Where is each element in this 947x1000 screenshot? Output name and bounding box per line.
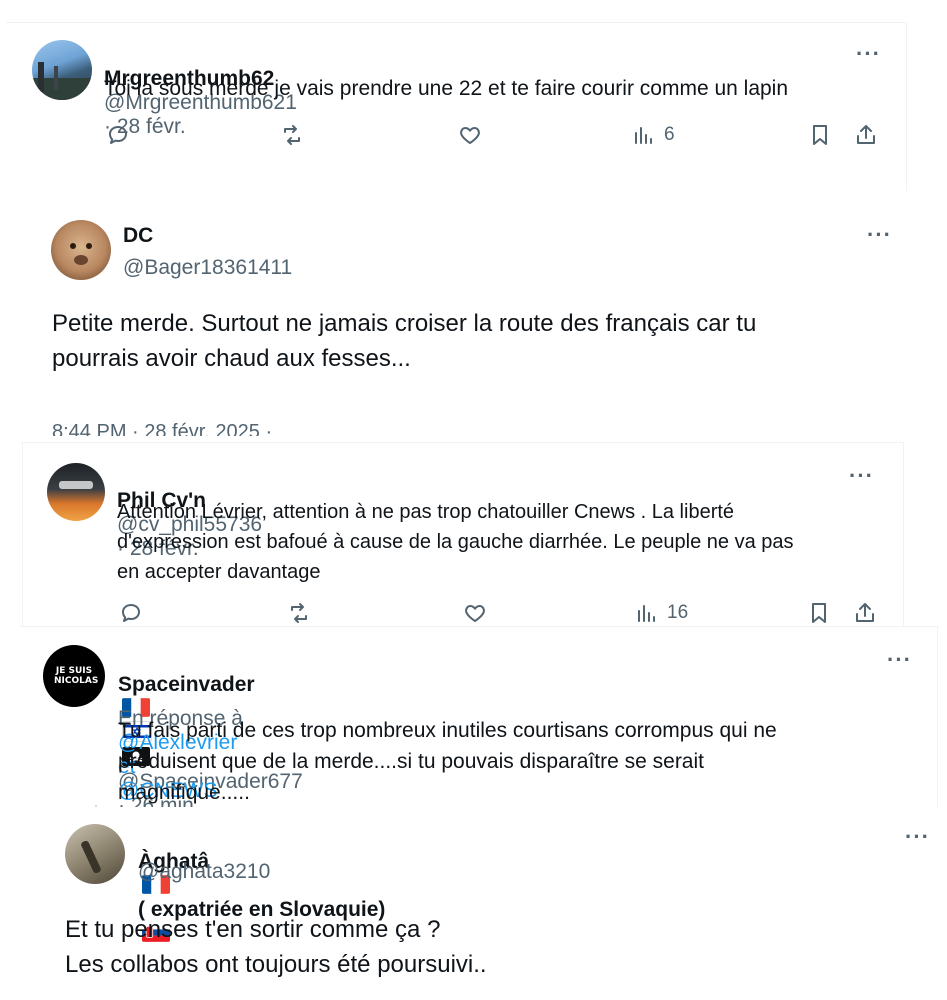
avatar-image-icon [81, 840, 101, 874]
avatar-image-icon [32, 62, 92, 100]
more-icon[interactable]: ··· [849, 465, 874, 487]
reply-button[interactable] [119, 601, 143, 625]
tweet-dc[interactable]: DC @Bager18361411 ··· Petite merde. Surt… [27, 198, 933, 436]
avatar[interactable]: JE SUIS NICOLAS [43, 645, 105, 707]
repost-button[interactable] [280, 123, 304, 147]
share-button[interactable] [853, 601, 877, 625]
reply-icon [122, 604, 140, 622]
tweet-mrgreenthumb[interactable]: Mrgreenthumb62 @Mrgreenthumb621 · 28 fév… [6, 22, 907, 191]
avatar[interactable] [32, 40, 92, 100]
share-icon [856, 603, 874, 622]
timestamp[interactable]: 8:44 PM · 28 févr. 2025 · [52, 421, 272, 436]
repost-button[interactable] [287, 601, 311, 625]
tweet-text: Attention Lévrier, attention à ne pas tr… [117, 501, 794, 583]
tweet-spaceinvader[interactable]: JE SUIS NICOLAS Spaceinvader @Spaceinvad… [19, 626, 938, 807]
handle[interactable]: @Bager18361411 [123, 256, 292, 280]
reply-button[interactable] [106, 123, 130, 147]
display-name[interactable]: DC [123, 224, 153, 248]
repost-icon [284, 125, 300, 145]
action-bar: 16 [23, 601, 903, 627]
avatar[interactable] [47, 463, 105, 521]
views-icon [635, 127, 652, 144]
share-icon [857, 125, 875, 144]
reply-icon [109, 126, 127, 144]
bookmark-button[interactable] [807, 601, 831, 625]
tweet-phil[interactable]: Phil Cv'n @cv_phil55736 · 28 févr. ··· A… [22, 442, 904, 627]
tweet-text: Toi la sous merde je vais prendre une 22… [104, 77, 789, 100]
bookmark-icon [813, 125, 827, 145]
views-count: 16 [667, 602, 689, 623]
views-icon [638, 605, 655, 622]
more-icon[interactable]: ··· [856, 43, 881, 65]
more-icon[interactable]: ··· [887, 649, 912, 671]
share-button[interactable] [854, 123, 878, 147]
bookmark-icon [812, 603, 826, 623]
tweet-aghata[interactable]: Àghatâ ( expatriée en Slovaquie) @aghata… [19, 808, 947, 1000]
like-icon [465, 605, 485, 622]
avatar-text: JE SUIS NICOLAS [54, 666, 99, 686]
avatar[interactable] [51, 220, 111, 280]
views-count: 6 [664, 124, 675, 145]
bookmark-button[interactable] [808, 123, 832, 147]
tweet-text: Et tu penses t'en sortir comme ça ? Les … [65, 916, 487, 978]
like-button[interactable] [463, 601, 487, 625]
like-icon [460, 127, 480, 144]
more-icon[interactable]: ··· [867, 224, 892, 246]
tweet-meta: 8:44 PM · 28 févr. 2025 · 15 vues [52, 398, 272, 436]
like-button[interactable] [458, 123, 482, 147]
thread-line [95, 805, 97, 807]
avatar-image-icon [59, 481, 93, 489]
action-bar: 6 [6, 123, 906, 151]
views-button[interactable]: 6 [632, 123, 675, 147]
more-icon[interactable]: ··· [905, 826, 930, 848]
views-button[interactable]: 16 [635, 601, 688, 625]
repost-icon [291, 603, 307, 623]
tweet-text: Tu fais parti de ces trop nombreux inuti… [118, 719, 777, 804]
tweet-text: Petite merde. Surtout ne jamais croiser … [52, 310, 757, 372]
handle[interactable]: @aghata3210 [138, 860, 270, 884]
alpaca-avatar-icon [70, 243, 92, 265]
avatar[interactable] [65, 824, 125, 884]
